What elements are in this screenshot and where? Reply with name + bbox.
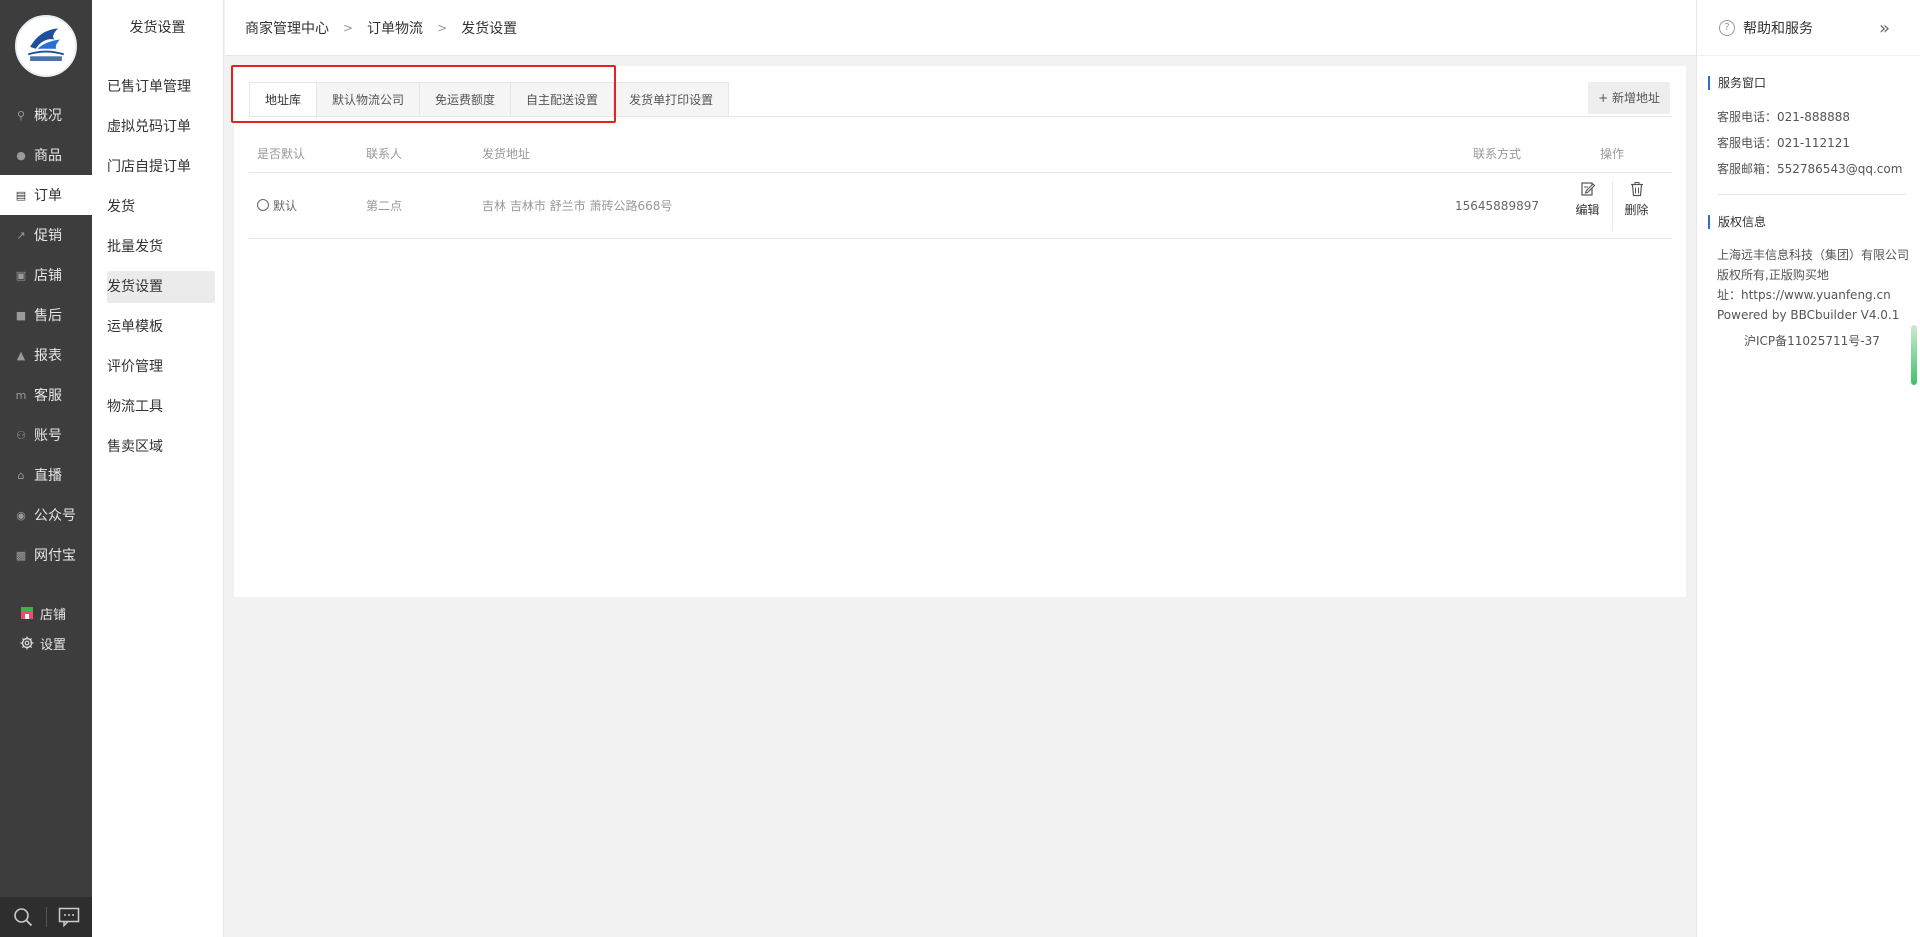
nav-item-overview[interactable]: ⚲ 概况 — [0, 95, 92, 135]
aftersale-icon: ■ — [15, 308, 27, 322]
main-sidebar: ⚲ 概况 ● 商品 ▤ 订单 ↗ 促销 ▣ 店铺 ■ 售后 ▲ 报表 m 客服 ⚇ 账号 ⌂ 直播 … — [0, 0, 92, 937]
nav-item-orders[interactable]: ▤ 订单 — [0, 175, 92, 215]
footer-search-button[interactable] — [0, 897, 46, 937]
help-panel: ? 帮助和服务 » 服务窗口 客服电话：021-888888 客服电话：021-… — [1696, 0, 1920, 937]
breadcrumb-item-current: 发货设置 — [461, 20, 518, 37]
nav-item-pay[interactable]: ▩ 网付宝 — [0, 535, 92, 575]
submenu-item-reviews[interactable]: 评价管理 — [107, 351, 215, 383]
col-header-phone: 联系方式 — [1472, 147, 1521, 161]
chevron-right-icon: > — [343, 20, 354, 35]
breadcrumb: 商家管理中心 > 订单物流 > 发货设置 — [225, 0, 1696, 56]
cell-address: 吉林 吉林市 舒兰市 萧砖公路668号 — [482, 199, 673, 213]
col-header-default: 是否默认 — [257, 147, 306, 161]
copyright-powered: Powered by BBCbuilder V4.0.1 — [1717, 308, 1900, 322]
brand-logo[interactable] — [15, 15, 77, 77]
tab-address-library[interactable]: 地址库 — [250, 83, 318, 118]
service-phone-1: 客服电话：021-888888 — [1717, 110, 1851, 124]
chat-icon — [59, 907, 80, 927]
sidebar-store-link[interactable]: 店铺 — [0, 598, 92, 628]
edit-button[interactable]: 编辑 — [1564, 181, 1612, 231]
submenu-item-ship-settings[interactable]: 发货设置 — [107, 271, 215, 303]
breadcrumb-item-order-logistics[interactable]: 订单物流 — [367, 18, 423, 38]
sidebar-footer — [0, 897, 92, 937]
edit-icon — [1580, 181, 1595, 196]
sub-sidebar-title: 发货设置 — [129, 20, 186, 36]
nav-item-report[interactable]: ▲ 报表 — [0, 335, 92, 375]
report-icon: ▲ — [16, 348, 26, 362]
sidebar-bottom: 店铺 设置 — [0, 598, 92, 658]
search-icon: ⚲ — [16, 108, 26, 122]
collapse-icon[interactable]: » — [1879, 18, 1890, 39]
search-icon — [13, 908, 32, 927]
radio-circle-icon — [257, 199, 269, 212]
wechat-icon: ◉ — [16, 508, 26, 522]
service-icon: m — [15, 388, 27, 402]
tab-free-shipping[interactable]: 免运费额度 — [420, 83, 512, 117]
nav-item-goods[interactable]: ● 商品 — [0, 135, 92, 175]
tab-default-logistics[interactable]: 默认物流公司 — [317, 83, 421, 117]
nav-item-shop[interactable]: ▣ 店铺 — [0, 255, 92, 295]
live-icon: ⌂ — [17, 468, 25, 482]
cell-phone: 15645889897 — [1455, 198, 1539, 213]
copyright-rights: 版权所有,正版购买地 — [1717, 268, 1829, 282]
submenu-item-waybill-template[interactable]: 运单模板 — [107, 311, 215, 343]
main-nav: ⚲ 概况 ● 商品 ▤ 订单 ↗ 促销 ▣ 店铺 ■ 售后 ▲ 报表 m 客服 ⚇ 账号 ⌂ 直播 … — [0, 95, 92, 575]
section-divider — [1717, 194, 1906, 195]
submenu-item-sold-orders[interactable]: 已售订单管理 — [107, 71, 215, 103]
trash-icon — [1630, 181, 1643, 196]
help-icon: ? — [1719, 19, 1735, 36]
sub-sidebar: 发货设置 已售订单管理 虚拟兑码订单 门店自提订单 发货 批量发货 发货设置 运… — [92, 0, 224, 937]
breadcrumb-item-merchant-center[interactable]: 商家管理中心 — [245, 18, 329, 38]
shop-icon: ▣ — [15, 268, 27, 282]
copyright-icp[interactable]: 沪ICP备11025711号-37 — [1697, 331, 1920, 351]
chevron-right-icon: > — [437, 20, 448, 35]
service-email: 客服邮箱：552786543@qq.com — [1717, 162, 1903, 176]
table-row: 默认 第二点 吉林 吉林市 舒兰市 萧砖公路668号 15645889897 编… — [249, 173, 1672, 239]
submenu-item-sale-area[interactable]: 售卖区域 — [107, 431, 215, 463]
submenu-item-logistics-tools[interactable]: 物流工具 — [107, 391, 215, 423]
footer-message-button[interactable] — [47, 897, 93, 937]
nav-item-live[interactable]: ⌂ 直播 — [0, 455, 92, 495]
col-header-contact: 联系人 — [366, 147, 403, 161]
help-panel-title: 帮助和服务 — [1743, 20, 1813, 37]
submenu-item-ship[interactable]: 发货 — [107, 191, 215, 223]
help-panel-header: ? 帮助和服务 » — [1697, 0, 1920, 56]
table-header: 是否默认 联系人 发货地址 联系方式 操作 — [249, 135, 1672, 173]
account-icon: ⚇ — [16, 428, 26, 442]
promo-icon: ↗ — [16, 228, 26, 242]
goods-icon: ● — [16, 148, 26, 162]
delete-button[interactable]: 删除 — [1613, 181, 1661, 231]
gear-icon — [20, 636, 34, 650]
service-phone-2: 客服电话：021-112121 — [1717, 136, 1851, 150]
store-icon — [20, 606, 34, 620]
submenu-item-pickup-orders[interactable]: 门店自提订单 — [107, 151, 215, 183]
scroll-indicator[interactable] — [1911, 325, 1917, 385]
submenu-item-virtual-orders[interactable]: 虚拟兑码订单 — [107, 111, 215, 143]
order-icon: ▤ — [15, 188, 27, 202]
address-table: 是否默认 联系人 发货地址 联系方式 操作 默认 第二点 吉林 吉林市 舒兰市 … — [249, 135, 1672, 239]
col-header-actions: 操作 — [1599, 147, 1624, 161]
pay-icon: ▩ — [15, 548, 27, 562]
copyright-url[interactable]: 址：https://www.yuanfeng.cn — [1697, 285, 1920, 305]
cell-contact: 第二点 — [366, 199, 403, 213]
copyright-company: 上海远丰信息科技（集团）有限公司 — [1717, 248, 1910, 262]
main-content-card: 地址库 默认物流公司 免运费额度 自主配送设置 发货单打印设置 + 新增地址 是… — [234, 66, 1686, 597]
submenu-item-batch-ship[interactable]: 批量发货 — [107, 231, 215, 263]
copyright-section-title: 版权信息 — [1708, 215, 1920, 229]
service-section-title: 服务窗口 — [1708, 76, 1920, 90]
settings-tabs: 地址库 默认物流公司 免运费额度 自主配送设置 发货单打印设置 — [249, 82, 730, 118]
nav-item-wechat[interactable]: ◉ 公众号 — [0, 495, 92, 535]
tabs-divider — [249, 116, 1672, 117]
add-address-button[interactable]: + 新增地址 — [1588, 82, 1670, 114]
tab-invoice-print[interactable]: 发货单打印设置 — [614, 83, 729, 117]
default-radio[interactable]: 默认 — [257, 197, 297, 214]
nav-item-service[interactable]: m 客服 — [0, 375, 92, 415]
sidebar-settings-link[interactable]: 设置 — [0, 628, 92, 658]
nav-item-account[interactable]: ⚇ 账号 — [0, 415, 92, 455]
tab-self-delivery[interactable]: 自主配送设置 — [511, 83, 615, 117]
col-header-address: 发货地址 — [482, 147, 531, 161]
nav-item-promo[interactable]: ↗ 促销 — [0, 215, 92, 255]
nav-item-aftersale[interactable]: ■ 售后 — [0, 295, 92, 335]
